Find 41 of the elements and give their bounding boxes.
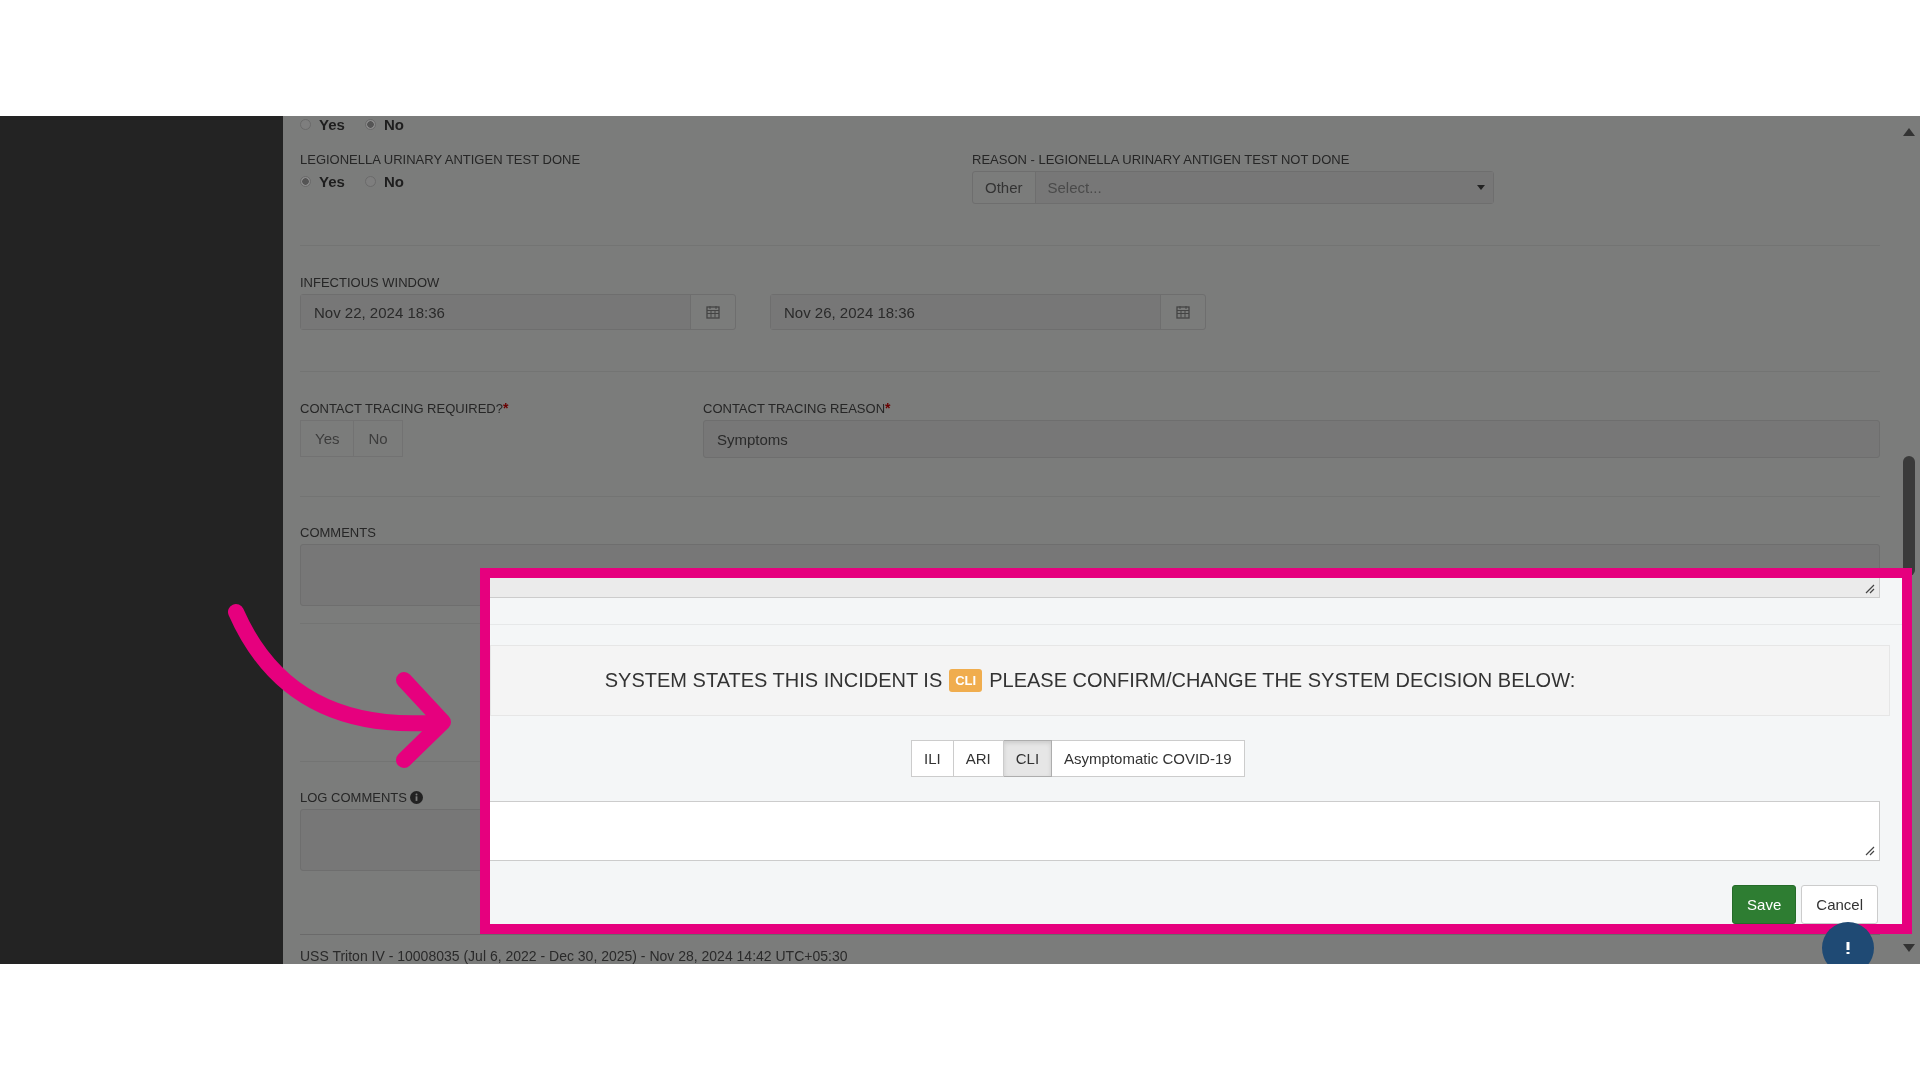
alert-icon — [1846, 942, 1850, 954]
field-label: COMMENTS — [300, 525, 377, 540]
cancel-button[interactable]: Cancel — [1801, 885, 1878, 924]
radio-label: No — [383, 172, 404, 190]
radio-button[interactable] — [364, 118, 376, 130]
field-label: LEGIONELLA URINARY ANTIGEN TEST DONE — [300, 152, 582, 167]
comments-field[interactable] — [490, 578, 1880, 598]
text-field[interactable]: Symptoms — [703, 420, 1880, 458]
info-icon — [409, 791, 423, 804]
resize-handle-icon — [1865, 846, 1875, 856]
log-comments-field[interactable] — [490, 801, 1880, 861]
radio-label: Yes — [319, 116, 345, 133]
decision-heading: SYSTEM STATES THIS INCIDENT IS — [604, 669, 943, 692]
field-label: CONTACT TRACING REASON — [703, 400, 886, 416]
field-label: INFECTIOUS WINDOW — [300, 275, 441, 290]
scrollbar-thumb[interactable] — [1903, 456, 1915, 576]
resize-handle-icon — [1865, 584, 1875, 594]
calendar-icon — [1176, 305, 1190, 319]
toggle-button[interactable]: Asymptomatic COVID-19 — [1052, 740, 1245, 777]
status-badge: CLI — [949, 669, 983, 692]
decision-heading: PLEASE CONFIRM/CHANGE THE SYSTEM DECISION BELOW: — [989, 669, 1576, 692]
date-field[interactable]: Nov 22, 2024 18:36 — [301, 295, 691, 329]
toggle-button[interactable]: CLI — [1003, 740, 1053, 777]
radio-button[interactable] — [300, 175, 311, 187]
field-label: CONTACT TRACING REQUIRED? — [300, 400, 503, 416]
date-field[interactable]: Nov 26, 2024 18:36 — [771, 295, 1161, 329]
radio-label: Yes — [319, 172, 345, 190]
scroll-down-icon[interactable] — [1903, 944, 1915, 952]
field-label: LOG COMMENTS — [300, 790, 407, 805]
calendar-icon — [706, 305, 720, 319]
scroll-up-icon[interactable] — [1903, 128, 1915, 136]
toggle-button[interactable]: ILI — [911, 740, 954, 777]
field-label: REASON - LEGIONELLA URINARY ANTIGEN TEST NOT DONE — [972, 152, 1351, 167]
required-mark: * — [885, 400, 891, 416]
toggle-button[interactable]: No — [354, 420, 403, 457]
toggle-button[interactable]: Yes — [300, 420, 355, 457]
toggle-button[interactable]: ARI — [953, 740, 1004, 777]
footer-text: USS Triton IV - 10008035 (Jul 6, 2022 - Dec 30, 2025) - Nov 28, 2024 14:42 UTC+05:30 — [300, 948, 848, 964]
radio-label: No — [383, 116, 404, 133]
required-mark: * — [502, 400, 509, 416]
save-button[interactable]: Save — [1732, 885, 1797, 924]
